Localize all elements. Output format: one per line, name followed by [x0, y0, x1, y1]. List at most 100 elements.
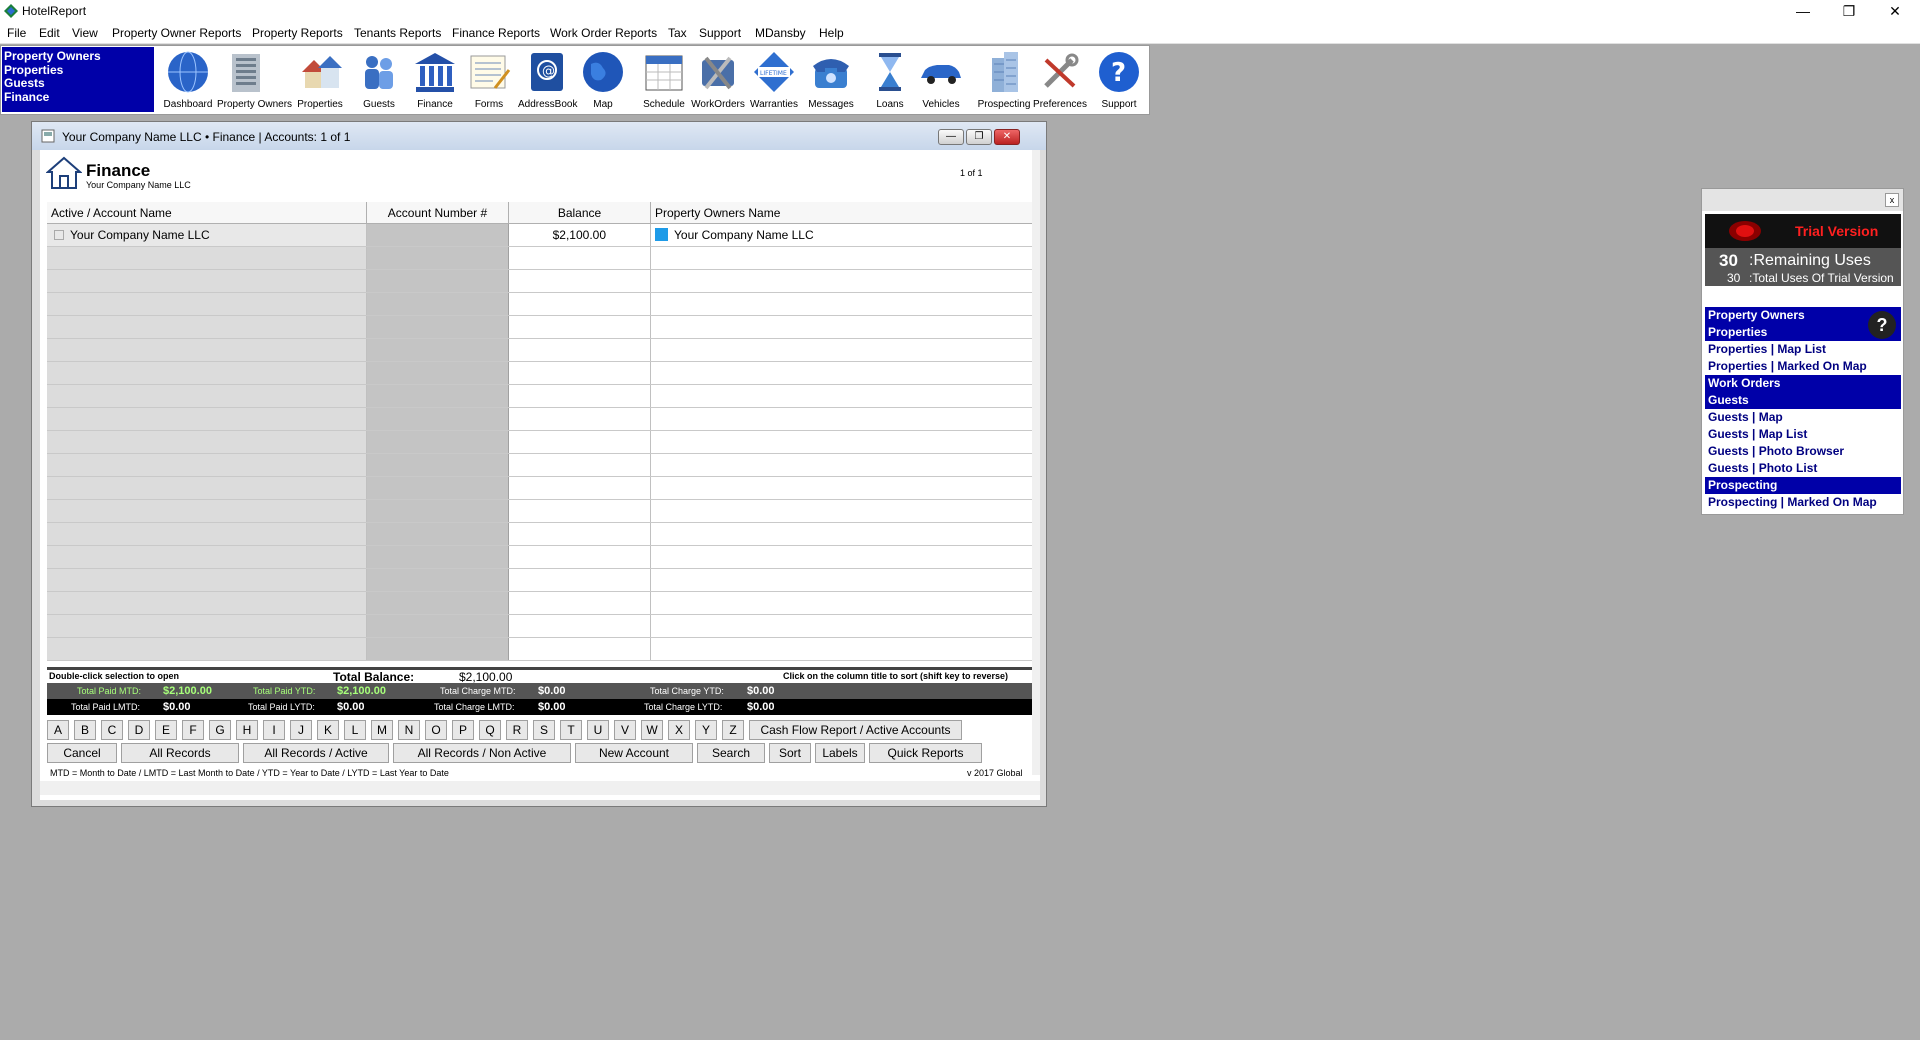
toolbar-vehicles[interactable]: Vehicles — [912, 50, 970, 112]
alpha-d-button[interactable]: D — [128, 720, 150, 740]
alpha-m-button[interactable]: M — [371, 720, 393, 740]
alpha-u-button[interactable]: U — [587, 720, 609, 740]
toolbar-map[interactable]: Map — [574, 50, 632, 112]
menu-tenants-reports[interactable]: Tenants Reports — [354, 26, 441, 40]
toolbar-forms[interactable]: Forms — [460, 50, 518, 112]
search-button[interactable]: Search — [697, 743, 765, 763]
alpha-l-button[interactable]: L — [344, 720, 366, 740]
side-item-guests-map[interactable]: Guests | Map — [1705, 409, 1901, 426]
side-item-guests-map-list[interactable]: Guests | Map List — [1705, 426, 1901, 443]
horizontal-scrollbar[interactable] — [40, 781, 1040, 795]
cancel-button[interactable]: Cancel — [47, 743, 117, 763]
menu-finance-reports[interactable]: Finance Reports — [452, 26, 540, 40]
alpha-c-button[interactable]: C — [101, 720, 123, 740]
side-item-work-orders[interactable]: Work Orders — [1705, 375, 1901, 392]
side-item-prospecting-marked-on-map[interactable]: Prospecting | Marked On Map — [1705, 494, 1901, 511]
sort-button[interactable]: Sort — [769, 743, 811, 763]
toolbar-prospecting[interactable]: Prospecting — [975, 50, 1033, 112]
close-button[interactable]: ✕ — [1872, 0, 1918, 22]
toolbar-messages[interactable]: Messages — [802, 50, 860, 112]
alpha-i-button[interactable]: I — [263, 720, 285, 740]
guests-icon — [365, 56, 393, 89]
menu-property-reports[interactable]: Property Reports — [252, 26, 343, 40]
alpha-r-button[interactable]: R — [506, 720, 528, 740]
menu-view[interactable]: View — [72, 26, 98, 40]
menu-mdansby[interactable]: MDansby — [755, 26, 806, 40]
menu-support[interactable]: Support — [699, 26, 741, 40]
col-owner-name[interactable]: Property Owners Name — [651, 202, 1032, 224]
side-panel-close-icon[interactable]: x — [1885, 193, 1899, 207]
menu-help[interactable]: Help — [819, 26, 844, 40]
side-item-properties-map-list[interactable]: Properties | Map List — [1705, 341, 1901, 358]
alpha-e-button[interactable]: E — [155, 720, 177, 740]
toolbar-schedule[interactable]: Schedule — [635, 50, 693, 112]
side-item-guests-photo-browser[interactable]: Guests | Photo Browser — [1705, 443, 1901, 460]
side-item-properties-marked-on-map[interactable]: Properties | Marked On Map — [1705, 358, 1901, 375]
new-account-button[interactable]: New Account — [575, 743, 693, 763]
menu-work-order-reports[interactable]: Work Order Reports — [550, 26, 657, 40]
alpha-y-button[interactable]: Y — [695, 720, 717, 740]
alpha-h-button[interactable]: H — [236, 720, 258, 740]
nav-property-owners[interactable]: Property Owners — [4, 49, 152, 64]
col-balance[interactable]: Balance — [509, 202, 651, 224]
labels-button[interactable]: Labels — [815, 743, 865, 763]
minimize-button[interactable]: — — [1780, 0, 1826, 22]
nav-guests[interactable]: Guests — [4, 76, 152, 91]
restore-button[interactable]: ❐ — [1826, 0, 1872, 22]
toolbar-preferences[interactable]: Preferences — [1031, 50, 1089, 112]
alpha-z-button[interactable]: Z — [722, 720, 744, 740]
alpha-t-button[interactable]: T — [560, 720, 582, 740]
alpha-p-button[interactable]: P — [452, 720, 474, 740]
help-icon[interactable]: ? — [1868, 311, 1896, 339]
mdi-restore-button[interactable]: ❐ — [966, 129, 992, 145]
toolbar-loans[interactable]: Loans — [861, 50, 919, 112]
menu-edit[interactable]: Edit — [39, 26, 60, 40]
vertical-scrollbar[interactable] — [1032, 150, 1040, 775]
table-row — [47, 431, 1032, 454]
menu-property-owner-reports[interactable]: Property Owner Reports — [112, 26, 241, 40]
nav-properties[interactable]: Properties — [4, 63, 152, 78]
alpha-j-button[interactable]: J — [290, 720, 312, 740]
alpha-b-button[interactable]: B — [74, 720, 96, 740]
alpha-f-button[interactable]: F — [182, 720, 204, 740]
mdi-minimize-button[interactable]: — — [938, 129, 964, 145]
quick-reports-button[interactable]: Quick Reports — [869, 743, 982, 763]
toolbar-property-owners[interactable]: Property Owners — [217, 50, 292, 112]
col-account-number[interactable]: Account Number # — [367, 202, 509, 224]
alpha-o-button[interactable]: O — [425, 720, 447, 740]
all-records-non-active-button[interactable]: All Records / Non Active — [393, 743, 571, 763]
toolbar-finance[interactable]: Finance — [406, 50, 464, 112]
all-records-button[interactable]: All Records — [121, 743, 239, 763]
toolbar-warranties[interactable]: LIFETIME Warranties — [745, 50, 803, 112]
side-item-guests-photo-list[interactable]: Guests | Photo List — [1705, 460, 1901, 477]
toolbar-dashboard[interactable]: Dashboard — [159, 50, 217, 112]
alpha-k-button[interactable]: K — [317, 720, 339, 740]
active-checkbox[interactable] — [54, 230, 64, 240]
table-row[interactable]: Your Company Name LLC $2,100.00 Your Com… — [47, 224, 1032, 247]
alpha-a-button[interactable]: A — [47, 720, 69, 740]
side-item-prospecting[interactable]: Prospecting — [1705, 477, 1901, 494]
menu-file[interactable]: File — [7, 26, 26, 40]
menu-tax[interactable]: Tax — [668, 26, 687, 40]
toolbar-addressbook[interactable]: @ AddressBook — [518, 50, 577, 112]
all-records-active-button[interactable]: All Records / Active — [243, 743, 389, 763]
cell-account-number — [367, 224, 509, 246]
col-account-name[interactable]: Active / Account Name — [47, 202, 367, 224]
page-indicator: 1 of 1 — [960, 168, 983, 178]
toolbar-workorders[interactable]: WorkOrders — [689, 50, 747, 112]
alpha-g-button[interactable]: G — [209, 720, 231, 740]
toolbar-guests[interactable]: Guests — [350, 50, 408, 112]
nav-finance[interactable]: Finance — [4, 90, 152, 105]
side-item-guests[interactable]: Guests — [1705, 392, 1901, 409]
alpha-v-button[interactable]: V — [614, 720, 636, 740]
cashflow-report-button[interactable]: Cash Flow Report / Active Accounts — [749, 720, 962, 740]
mdi-close-button[interactable]: ✕ — [994, 129, 1020, 145]
alpha-n-button[interactable]: N — [398, 720, 420, 740]
alpha-w-button[interactable]: W — [641, 720, 663, 740]
alpha-q-button[interactable]: Q — [479, 720, 501, 740]
alpha-x-button[interactable]: X — [668, 720, 690, 740]
alpha-s-button[interactable]: S — [533, 720, 555, 740]
toolbar-support[interactable]: ? Support — [1090, 50, 1148, 112]
toolbar-properties[interactable]: Properties — [291, 50, 349, 112]
finance-window-titlebar[interactable]: Your Company Name LLC • Finance | Accoun… — [32, 122, 1046, 150]
